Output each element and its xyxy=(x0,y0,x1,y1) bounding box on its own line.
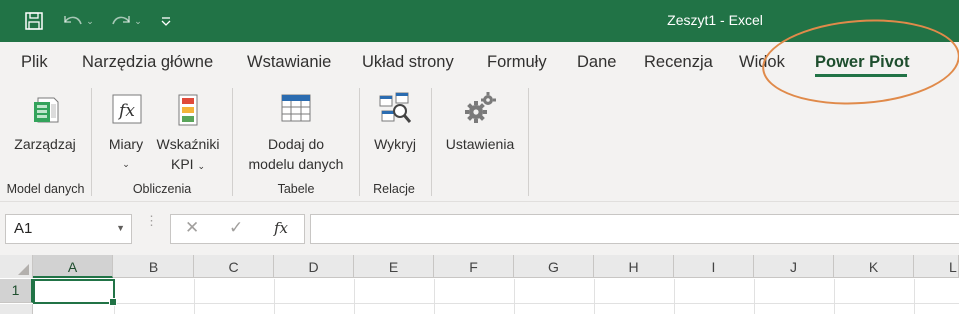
column-header-j[interactable]: J xyxy=(754,255,834,278)
tab-narzedzia-glowne[interactable]: Narzędzia główne xyxy=(82,53,213,72)
add-to-data-model-label-line2: modelu danych xyxy=(248,156,344,172)
measures-button-label: Miary xyxy=(108,136,144,152)
save-icon[interactable] xyxy=(22,0,46,42)
chevron-down-icon: ⌄ xyxy=(122,159,130,169)
gridline xyxy=(434,279,435,314)
gridline xyxy=(754,279,755,314)
gears-icon xyxy=(464,92,496,129)
fx-icon: fx xyxy=(112,94,142,129)
formula-buttons: ✕ ✓ fx xyxy=(170,214,305,244)
gridline xyxy=(594,279,595,314)
gridline xyxy=(834,279,835,314)
gridline xyxy=(674,279,675,314)
column-header-a[interactable]: A xyxy=(33,255,113,278)
row-header-1[interactable]: 1 xyxy=(0,279,33,303)
gridline xyxy=(194,279,195,314)
redo-icon[interactable]: ⌄ xyxy=(106,0,146,42)
active-cell-a1[interactable] xyxy=(33,279,117,306)
worksheet-grid[interactable]: A B C D E F G H I J K L 1 xyxy=(0,255,959,314)
group-separator xyxy=(232,88,233,196)
group-separator xyxy=(431,88,432,196)
formula-bar: A1 ▼ ⋮ ✕ ✓ fx xyxy=(0,202,959,250)
window-title: Zeszyt1 - Excel xyxy=(667,12,763,28)
detect-button-label: Wykryj xyxy=(374,136,416,152)
column-header-h[interactable]: H xyxy=(594,255,674,278)
manage-button-label: Zarządzaj xyxy=(14,136,76,152)
add-to-data-model-button[interactable]: Dodaj do modelu danych xyxy=(240,88,352,172)
group-separator xyxy=(359,88,360,196)
detect-button[interactable]: Wykryj xyxy=(366,88,424,172)
column-header-g[interactable]: G xyxy=(514,255,594,278)
tab-formuly[interactable]: Formuły xyxy=(487,53,547,72)
tab-wstawianie[interactable]: Wstawianie xyxy=(247,53,331,72)
column-header-e[interactable]: E xyxy=(354,255,434,278)
select-all-button[interactable] xyxy=(0,255,33,278)
name-box-value: A1 xyxy=(14,220,33,237)
column-header-i[interactable]: I xyxy=(674,255,754,278)
tab-recenzja[interactable]: Recenzja xyxy=(644,53,713,72)
formula-input[interactable] xyxy=(310,214,959,244)
manage-button[interactable]: Zarządzaj xyxy=(6,88,84,172)
settings-button[interactable]: Ustawienia xyxy=(440,88,520,172)
tab-uklad-strony[interactable]: Układ strony xyxy=(362,53,454,72)
chevron-down-icon: ⌄ xyxy=(197,161,205,171)
gridline xyxy=(914,279,915,314)
column-header-f[interactable]: F xyxy=(434,255,514,278)
formula-bar-resize-handle[interactable]: ⋮ xyxy=(145,214,158,227)
group-label-model-danych: Model danych xyxy=(6,182,85,196)
column-headers: A B C D E F G H I J K L xyxy=(0,255,959,278)
enter-icon[interactable]: ✓ xyxy=(229,218,243,238)
name-box[interactable]: A1 ▼ xyxy=(5,214,132,244)
column-header-b[interactable]: B xyxy=(114,255,194,278)
tab-dane[interactable]: Dane xyxy=(577,53,616,72)
add-to-data-model-label-line1: Dodaj do xyxy=(267,136,325,152)
gridline xyxy=(514,279,515,314)
insert-function-button[interactable]: fx xyxy=(274,219,288,237)
data-model-icon xyxy=(32,94,60,131)
gridline xyxy=(33,303,959,304)
measures-button[interactable]: fx Miary ⌄ xyxy=(102,88,150,172)
group-label-obliczenia: Obliczenia xyxy=(132,182,192,196)
group-separator xyxy=(91,88,92,196)
table-icon xyxy=(281,94,311,127)
kpi-button[interactable]: Wskaźniki KPI ⌄ xyxy=(152,88,224,172)
kpi-icon xyxy=(178,94,198,131)
undo-icon[interactable]: ⌄ xyxy=(58,0,98,42)
settings-button-label: Ustawienia xyxy=(445,136,515,152)
chevron-down-icon[interactable]: ▼ xyxy=(116,223,125,233)
svg-text:fx: fx xyxy=(117,101,135,121)
column-header-d[interactable]: D xyxy=(274,255,354,278)
tab-plik[interactable]: Plik xyxy=(21,53,48,72)
row-header-2[interactable] xyxy=(0,304,33,314)
group-separator xyxy=(528,88,529,196)
column-header-k[interactable]: K xyxy=(834,255,914,278)
cancel-icon[interactable]: ✕ xyxy=(185,218,199,238)
column-header-l[interactable]: L xyxy=(914,255,959,278)
group-label-tabele: Tabele xyxy=(277,182,315,196)
kpi-button-label-line1: Wskaźniki xyxy=(156,136,220,152)
group-label-relacje: Relacje xyxy=(373,182,415,196)
column-header-c[interactable]: C xyxy=(194,255,274,278)
customize-qat-icon[interactable] xyxy=(156,0,176,42)
kpi-button-label-line2: KPI ⌄ xyxy=(170,156,205,172)
gridline xyxy=(354,279,355,314)
gridline xyxy=(274,279,275,314)
detect-icon xyxy=(379,92,412,129)
